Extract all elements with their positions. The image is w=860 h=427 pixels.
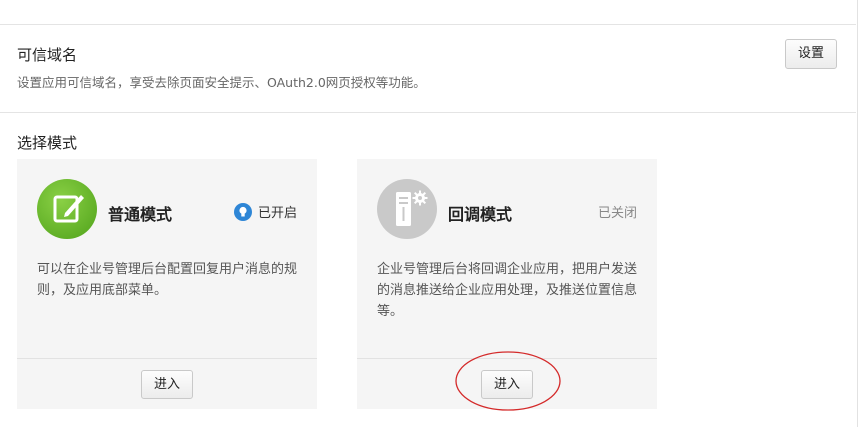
page-right-border	[857, 0, 858, 427]
mode-section-title: 选择模式	[17, 134, 78, 152]
normal-mode-description: 可以在企业号管理后台配置回复用户消息的规则，及应用底部菜单。	[37, 262, 298, 298]
server-gear-icon	[377, 179, 437, 239]
lightbulb-icon	[233, 202, 252, 221]
edit-icon	[37, 179, 97, 239]
normal-mode-status: 已开启	[233, 202, 297, 221]
callback-mode-name: 回调模式	[448, 205, 513, 224]
trusted-domain-description: 设置应用可信域名，享受去除页面安全提示、OAuth2.0网页授权等功能。	[17, 75, 426, 90]
section-divider	[0, 112, 856, 113]
settings-button[interactable]: 设置	[785, 39, 837, 69]
normal-mode-enter-button[interactable]: 进入	[141, 370, 193, 399]
top-divider	[0, 24, 856, 25]
card-divider	[17, 358, 317, 359]
callback-mode-status: 已关闭	[597, 206, 637, 221]
annotation-ellipse	[455, 351, 561, 411]
normal-mode-status-text: 已开启	[257, 206, 297, 221]
normal-mode-name: 普通模式	[108, 205, 173, 224]
callback-mode-description: 企业号管理后台将回调企业应用，把用户发送的消息推送给企业应用处理，及推送位置信息…	[377, 262, 638, 319]
normal-mode-card: 普通模式 已开启 可以在企业号管理后台配置回复用户消息的规则，及应用底部菜单。 …	[17, 159, 317, 409]
trusted-domain-title: 可信域名	[17, 46, 78, 64]
